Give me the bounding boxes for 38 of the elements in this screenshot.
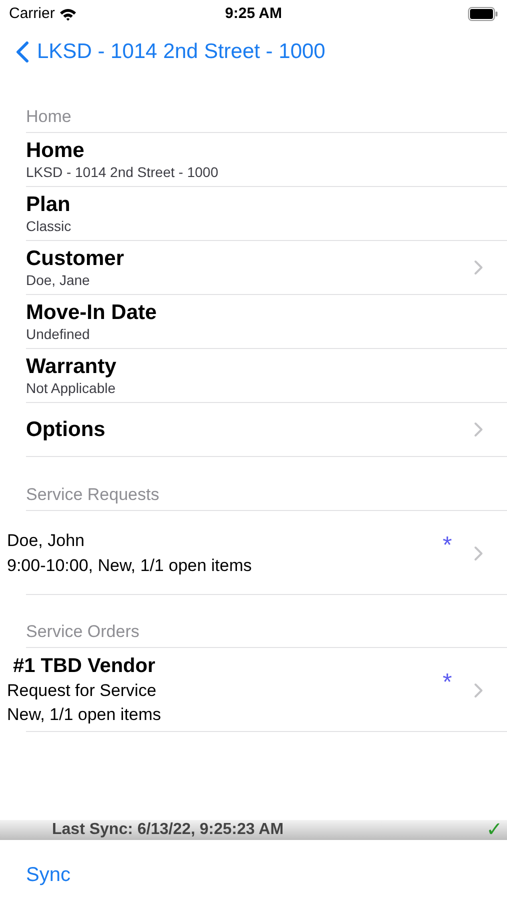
row-subtitle: Doe, Jane — [26, 272, 91, 289]
sync-button[interactable]: Sync — [26, 860, 70, 890]
list-row[interactable]: #1 TBD Vendor Request for Service New, 1/1 open items * — [0, 648, 507, 732]
asterisk-marker: * — [442, 668, 452, 698]
list-row[interactable]: Options — [26, 403, 507, 457]
row-detail: 9:00-10:00, New, 1/1 open items — [7, 555, 252, 577]
list-row[interactable]: Customer Doe, Jane — [26, 241, 507, 295]
asterisk-marker: * — [442, 531, 452, 561]
last-sync-label: Last Sync: 6/13/22, 9:25:23 AM — [52, 820, 284, 840]
row-title: Options — [26, 416, 106, 442]
row-title: Move-In Date — [26, 300, 157, 326]
row-title: #1 TBD Vendor — [12, 654, 156, 679]
battery-icon — [468, 7, 498, 21]
section-header: Home — [26, 106, 72, 128]
section-header: Service Orders — [26, 620, 140, 642]
row-detail: Request for Service — [7, 680, 158, 702]
row-title: Home — [26, 138, 86, 164]
list-row[interactable]: Warranty Not Applicable — [26, 349, 507, 403]
row-detail: Doe, John — [7, 530, 86, 552]
list-row[interactable]: Home LKSD - 1014 2nd Street - 1000 — [26, 133, 507, 187]
row-subtitle: Not Applicable — [26, 380, 116, 397]
back-chevron-icon — [16, 41, 29, 63]
back-button[interactable]: LKSD - 1014 2nd Street - 1000 — [16, 36, 326, 68]
row-subtitle: Classic — [26, 218, 72, 235]
row-detail: New, 1/1 open items — [7, 704, 162, 726]
list-row[interactable]: Move-In Date Undefined — [26, 295, 507, 349]
section-header: Service Requests — [26, 484, 160, 506]
status-time: 9:25 AM — [225, 4, 282, 24]
sync-checkmark: ✓ — [486, 820, 503, 840]
row-title: Plan — [26, 192, 72, 218]
list-row[interactable]: Plan Classic — [26, 187, 507, 241]
row-subtitle: LKSD - 1014 2nd Street - 1000 — [26, 164, 218, 181]
row-subtitle: Undefined — [26, 326, 91, 343]
list-row[interactable]: Doe, John 9:00-10:00, New, 1/1 open items * — [0, 511, 507, 595]
row-title: Warranty — [26, 354, 116, 380]
row-title: Customer — [26, 246, 124, 272]
wifi-icon — [58, 8, 77, 20]
carrier-label: Carrier — [9, 4, 55, 24]
